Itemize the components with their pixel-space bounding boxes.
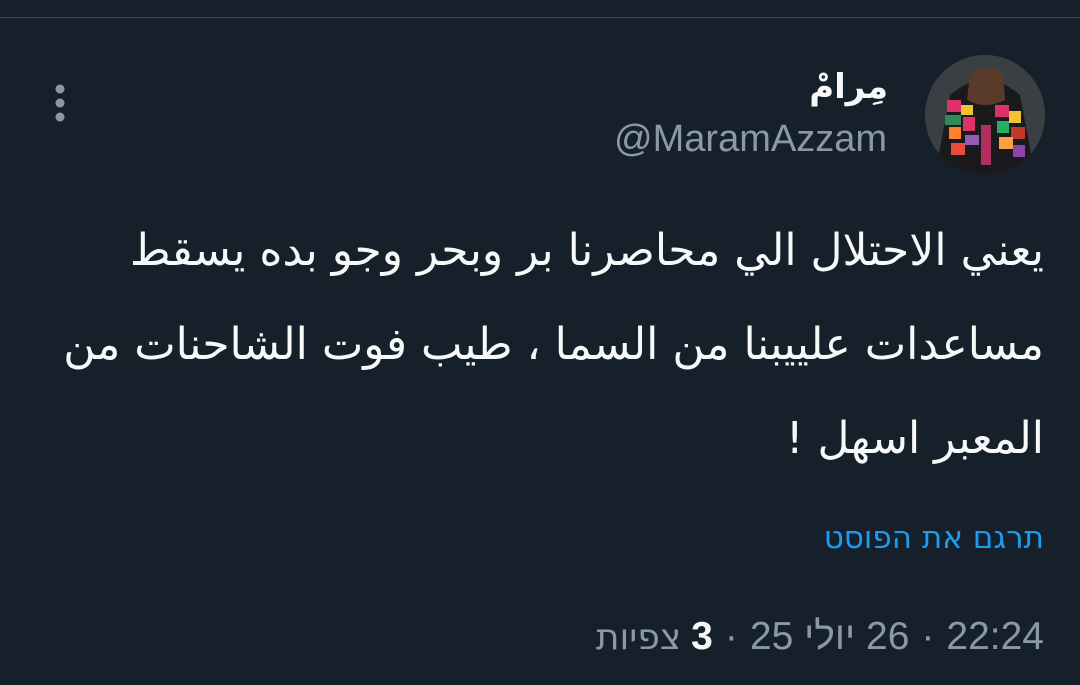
more-options-button[interactable]: [44, 80, 76, 126]
vertical-dots-icon: [55, 84, 65, 122]
views-count: 3: [691, 615, 713, 658]
meta-separator: ·: [921, 615, 935, 658]
author-display-name[interactable]: مِرامْ: [809, 64, 888, 110]
tweet-text-line: المعبر اسهل !: [785, 413, 1044, 464]
tweet-date[interactable]: 26 יולי 25: [750, 615, 910, 659]
tweet-meta: 22:24 · 26 יולי 25 · 3 צפיות: [596, 610, 1044, 664]
avatar[interactable]: [925, 55, 1045, 175]
top-divider: [0, 17, 1080, 18]
embroidered-shawl-avatar-icon: [925, 55, 1045, 175]
meta-separator: ·: [724, 615, 738, 658]
tweet-text: يعني الاحتلال الي محاصرنا بر وبحر وجو بد…: [59, 204, 1044, 486]
views-counter[interactable]: 3 צפיות: [596, 615, 713, 659]
tweet-time[interactable]: 22:24: [946, 615, 1044, 659]
author-handle[interactable]: @MaramAzzam: [614, 116, 887, 162]
views-label: צפיות: [595, 616, 682, 658]
translate-post-link[interactable]: תרגם את הפוסט: [824, 516, 1044, 560]
tweet-text-line: مساعدات علييبنا من السما ، طيب فوت الشاح…: [63, 319, 1044, 370]
tweet-text-line: يعني الاحتلال الي محاصرنا بر وبحر وجو بد…: [129, 225, 1044, 276]
